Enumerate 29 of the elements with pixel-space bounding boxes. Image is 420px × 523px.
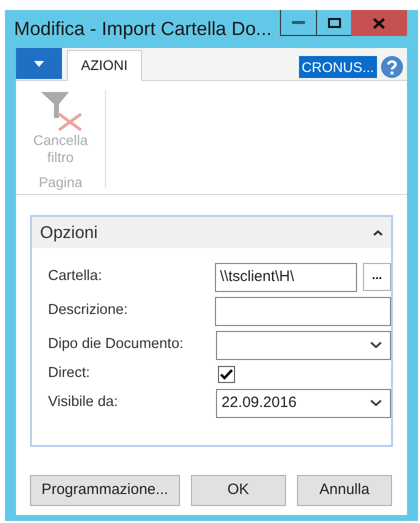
company-badge[interactable]: CRONUS... [298,56,377,78]
dialog-button[interactable]: Annulla [296,475,392,506]
dialog-button[interactable]: OK [190,475,286,506]
text-field[interactable]: \\tsclient\H\ [215,262,357,292]
chevron-down-icon [370,399,382,407]
window-title: Modifica - Import Cartella Do... [14,18,273,42]
field-label: Descrizione: [48,301,129,320]
close-button[interactable] [351,10,407,36]
minimize-button[interactable] [280,10,318,36]
panel-header[interactable]: Opzioni [32,217,391,248]
field-label: Direct: [48,364,91,384]
ribbon-tab[interactable]: AZIONI [67,50,142,81]
panel-title: Opzioni [40,222,98,244]
checkbox[interactable] [218,366,235,382]
dropdown-field[interactable] [216,330,391,360]
chevron-down-icon [370,341,382,349]
menu-dropdown-button[interactable] [16,48,62,79]
close-icon [373,18,386,28]
field-label: Cartella: [48,267,103,286]
text-field[interactable] [215,296,391,326]
field-label: Visibile da: [48,393,119,412]
dialog-button[interactable]: Programmazione... [30,475,180,506]
dropdown-field[interactable]: 22.09.2016 [216,388,391,418]
help-icon[interactable] [381,56,403,78]
field-label: Dipo die Documento: [48,335,184,354]
lookup-button[interactable]: ... [363,263,391,291]
ribbon-group-label: Pagina [38,173,82,192]
caret-icon [34,60,44,66]
funnel-cross-icon [38,90,82,132]
